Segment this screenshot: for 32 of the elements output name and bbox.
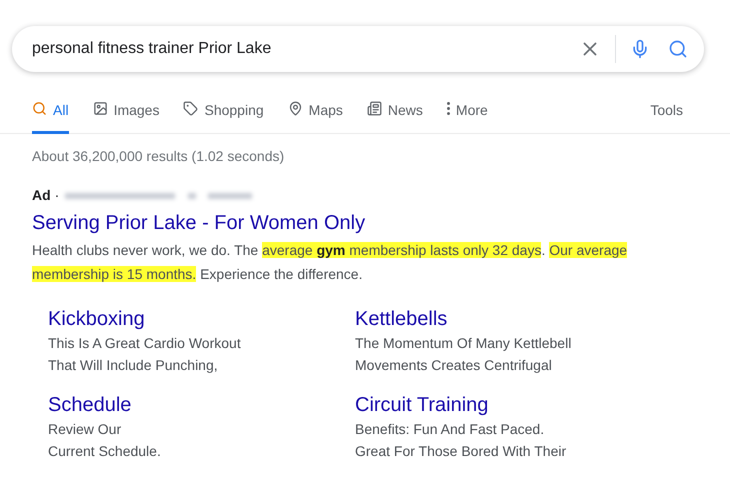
- sitelink-title[interactable]: Kettlebells: [355, 306, 662, 332]
- sitelink-description: Current Schedule.: [48, 442, 162, 461]
- tag-icon: [183, 101, 198, 116]
- tab[interactable]: Maps: [288, 96, 343, 134]
- tab[interactable]: All: [32, 96, 69, 134]
- tab[interactable]: More: [446, 96, 488, 134]
- tab[interactable]: Images: [92, 96, 160, 134]
- sitelink-description: This Is A Great Cardio Workout: [48, 334, 242, 353]
- sitelink-title[interactable]: Schedule: [48, 392, 355, 418]
- separator-text: ·: [54, 186, 60, 205]
- sitelink-description: That Will Include Punching,: [48, 356, 219, 375]
- tab[interactable]: Shopping: [183, 96, 264, 134]
- pin-icon: [288, 101, 303, 116]
- sitelink-description: Movements Creates Centrifugal: [355, 356, 553, 375]
- dots-icon: [446, 102, 450, 115]
- ad-title-link[interactable]: Serving Prior Lake - For Women Only: [32, 210, 730, 236]
- search-icon: [32, 101, 47, 116]
- sitelink-description: The Momentum Of Many Kettlebell: [355, 334, 572, 353]
- result-stats: About 36,200,000 results (1.02 seconds): [32, 147, 286, 166]
- image-icon: [92, 101, 108, 116]
- search-field[interactable]: personal fitness trainer Prior Lake: [12, 26, 704, 72]
- sitelink-description: Benefits: Fun And Fast Paced.: [355, 420, 546, 439]
- tools-button[interactable]: Tools: [650, 96, 683, 121]
- sitelink-title[interactable]: Circuit Training: [355, 392, 662, 418]
- search-icon[interactable]: [668, 39, 688, 59]
- ad-description: Health clubs never work, we do. The average gym membership lasts only 32 days. Our average membership is 15 months. Experience the difference.: [32, 241, 628, 284]
- sitelink-description: Great For Those Bored With Their: [355, 442, 568, 461]
- sitelink-description: Review Our: [48, 420, 122, 439]
- tab[interactable]: News: [366, 96, 423, 134]
- ad-label: Ad: [32, 186, 51, 205]
- sitelink-title[interactable]: Kickboxing: [48, 306, 355, 332]
- newspaper-icon: [366, 101, 382, 116]
